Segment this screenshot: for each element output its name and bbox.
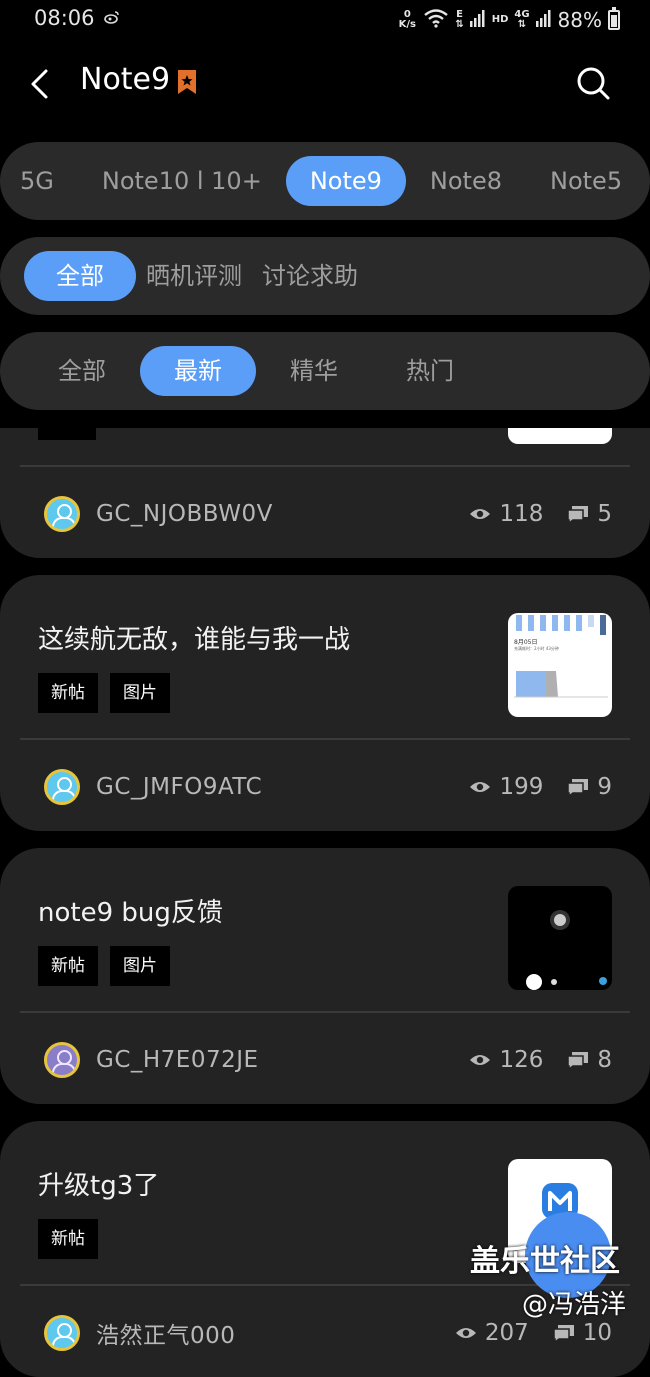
tab-sort-latest[interactable]: 最新 — [140, 346, 256, 396]
post-card[interactable]: note9 bug反馈 新帖 图片 GC_H7E072JE 126 8 — [0, 848, 650, 1104]
category-tab-bar: 全部 晒机评测 讨论求助 — [0, 237, 650, 315]
post-tag — [38, 428, 96, 440]
comment-icon — [567, 779, 589, 796]
tag-new: 新帖 — [38, 673, 98, 713]
app-bar: Note9 — [0, 40, 650, 126]
battery-percent: 88% — [557, 8, 602, 32]
post-thumbnail — [508, 428, 612, 444]
author-name[interactable]: GC_NJOBBW0V — [96, 501, 273, 527]
device-tab-bar: 5G Note10 l 10+ Note9 Note8 Note5 — [0, 142, 650, 220]
comment-count: 10 — [582, 1320, 612, 1346]
search-icon[interactable] — [574, 64, 614, 104]
view-count: 118 — [499, 501, 544, 527]
post-title[interactable]: 这续航无敌，谁能与我一战 — [38, 619, 350, 656]
avatar[interactable] — [44, 1042, 80, 1078]
tab-device-note10[interactable]: Note10 l 10+ — [78, 156, 286, 206]
author-name[interactable]: 浩然正气000 — [96, 1316, 235, 1350]
eye-icon — [470, 509, 491, 519]
post-card[interactable]: GC_NJOBBW0V 118 5 — [0, 428, 650, 558]
tab-device-5g[interactable]: 5G — [0, 156, 78, 206]
author-row: GC_JMFO9ATC 199 9 — [44, 767, 612, 807]
tab-category-discussion[interactable]: 讨论求助 — [252, 251, 368, 301]
post-stats: 199 9 — [469, 774, 612, 800]
tab-sort-featured[interactable]: 精华 — [266, 346, 362, 396]
tag-image: 图片 — [110, 673, 170, 713]
watermark-author: @冯浩洋 — [522, 1290, 627, 1320]
comment-count: 5 — [597, 501, 612, 527]
tab-category-review[interactable]: 晒机评测 — [136, 251, 252, 301]
eye-icon — [455, 1328, 476, 1338]
tab-device-note8[interactable]: Note8 — [406, 156, 526, 206]
tag-image: 图片 — [110, 946, 170, 986]
comment-icon — [552, 1325, 574, 1342]
post-thumbnail[interactable]: 8月05日 充满耗时：2小时 43分钟 — [508, 613, 612, 717]
post-tags: 新帖 图片 — [38, 673, 170, 713]
comment-icon — [567, 1052, 589, 1069]
eye-icon — [470, 782, 491, 792]
author-row: GC_H7E072JE 126 8 — [44, 1040, 612, 1080]
weibo-notification-icon — [104, 10, 120, 27]
author-name[interactable]: GC_H7E072JE — [96, 1047, 259, 1073]
hd-indicator: HD — [491, 14, 509, 25]
avatar[interactable] — [44, 496, 80, 532]
network-4g: 4G ⇅ — [514, 9, 530, 30]
tag-new: 新帖 — [38, 946, 98, 986]
view-count: 207 — [484, 1320, 529, 1346]
signal-1-icon — [469, 9, 486, 31]
post-title[interactable]: note9 bug反馈 — [38, 892, 223, 929]
signal-2-icon — [535, 9, 552, 31]
battery-icon — [608, 7, 620, 30]
post-title[interactable]: 升级tg3了 — [38, 1165, 159, 1202]
comment-count: 9 — [597, 774, 612, 800]
thumb-subtext: 充满耗时：2小时 43分钟 — [514, 646, 559, 651]
tab-category-all[interactable]: 全部 — [24, 251, 136, 301]
tab-device-note9[interactable]: Note9 — [285, 156, 406, 206]
divider — [20, 738, 630, 740]
post-tags: 新帖 图片 — [38, 946, 170, 986]
camera-screen-thumbnail — [526, 910, 607, 990]
tag-new: 新帖 — [38, 1219, 98, 1259]
network-speed: 0 K/s — [398, 9, 416, 30]
view-count: 126 — [499, 1047, 544, 1073]
eye-icon — [470, 1055, 491, 1065]
author-row: GC_NJOBBW0V 118 5 — [44, 494, 612, 534]
avatar[interactable] — [44, 769, 80, 805]
avatar[interactable] — [44, 1315, 80, 1351]
author-name[interactable]: GC_JMFO9ATC — [96, 774, 262, 800]
tab-device-note5[interactable]: Note5 — [526, 156, 646, 206]
status-bar: 08:06 0 K/s E ⇅ HD 4G ⇅ 88% — [0, 0, 650, 40]
back-arrow-icon[interactable] — [24, 66, 60, 102]
bookmark-star-icon[interactable] — [178, 70, 196, 94]
comment-icon — [567, 506, 589, 523]
watermark-community: 盖乐世社区 — [470, 1244, 620, 1279]
post-stats: 207 10 — [455, 1320, 612, 1346]
post-stats: 126 8 — [469, 1047, 612, 1073]
sort-tab-bar: 全部 最新 精华 热门 — [0, 332, 650, 410]
thumb-date: 8月05日 — [514, 639, 538, 646]
view-count: 199 — [499, 774, 544, 800]
post-tags: 新帖 — [38, 1219, 98, 1259]
wifi-icon — [423, 8, 449, 32]
post-card[interactable]: 这续航无敌，谁能与我一战 新帖 图片 8月05日 充满耗时：2小时 43分钟 G… — [0, 575, 650, 831]
battery-chart-thumbnail — [514, 615, 608, 698]
post-stats: 118 5 — [469, 501, 612, 527]
divider — [20, 465, 630, 467]
status-icons: 0 K/s E ⇅ HD 4G ⇅ 88% — [397, 4, 620, 36]
comment-count: 8 — [597, 1047, 612, 1073]
data-type-e: E ⇅ — [455, 9, 464, 30]
page-title: Note9 — [80, 62, 171, 97]
post-thumbnail[interactable] — [508, 886, 612, 990]
clock: 08:06 — [34, 6, 95, 30]
tab-sort-all[interactable]: 全部 — [34, 346, 130, 396]
divider — [20, 1011, 630, 1013]
tab-sort-hot[interactable]: 热门 — [382, 346, 478, 396]
